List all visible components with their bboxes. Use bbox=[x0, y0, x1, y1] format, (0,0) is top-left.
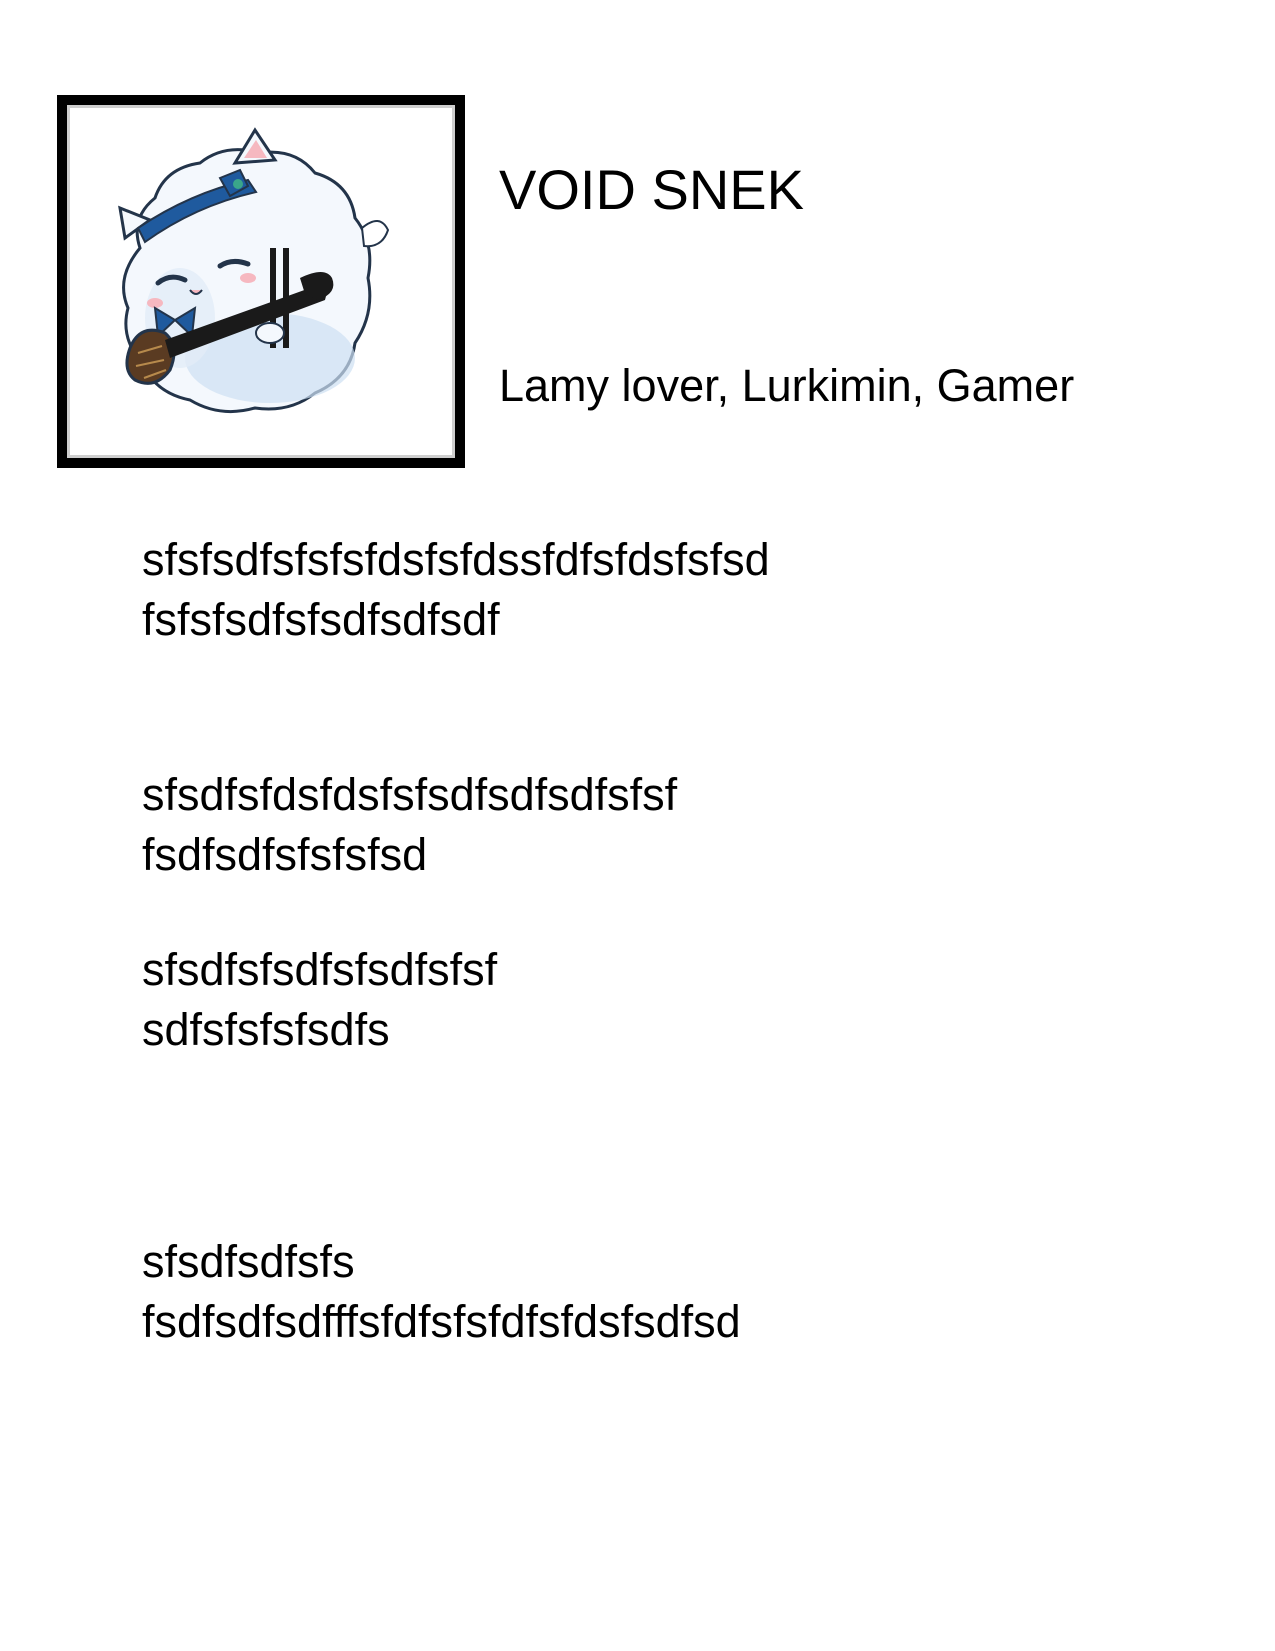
paragraph-line: sfsdfsfdsfdsfsfsdfsdfsdfsfsf bbox=[142, 769, 678, 820]
paragraph-2: sfsdfsfdsfdsfsfsdfsdfsdfsfsf fsdfsdfsfsf… bbox=[142, 765, 677, 885]
paragraph-4: sfsdfsdfsfs fsdfsdfsdfffsfdfsfsfdfsfdsfs… bbox=[142, 1232, 741, 1352]
profile-name: VOID SNEK bbox=[499, 158, 804, 221]
fluffy-cat-mascot-icon bbox=[118, 127, 390, 414]
avatar-frame bbox=[57, 95, 465, 468]
paragraph-line: fsfsfsdfsfsdfsdfsdf bbox=[142, 594, 500, 645]
profile-tags: Lamy lover, Lurkimin, Gamer bbox=[499, 360, 1075, 411]
paragraph-1: sfsfsdfsfsfsfdsfsfdssfdfsfdsfsfsd fsfsfs… bbox=[142, 530, 770, 650]
paragraph-line: fsdfsdfsdfffsfdfsfsfdfsfdsfsdfsd bbox=[142, 1296, 741, 1347]
paragraph-3: sfsdfsfsdfsfsdfsfsf sdfsfsfsfsdfs bbox=[142, 940, 497, 1060]
paragraph-line: sfsdfsfsdfsfsdfsfsf bbox=[142, 944, 498, 995]
paragraph-line: sdfsfsfsfsdfs bbox=[142, 1004, 390, 1055]
paragraph-line: fsdfsdfsfsfsfsd bbox=[142, 829, 428, 880]
paragraph-line: sfsdfsdfsfs bbox=[142, 1236, 355, 1287]
paragraph-line: sfsfsdfsfsfsfdsfsfdssfdfsfdsfsfsd bbox=[142, 534, 770, 585]
avatar-image bbox=[67, 105, 455, 458]
